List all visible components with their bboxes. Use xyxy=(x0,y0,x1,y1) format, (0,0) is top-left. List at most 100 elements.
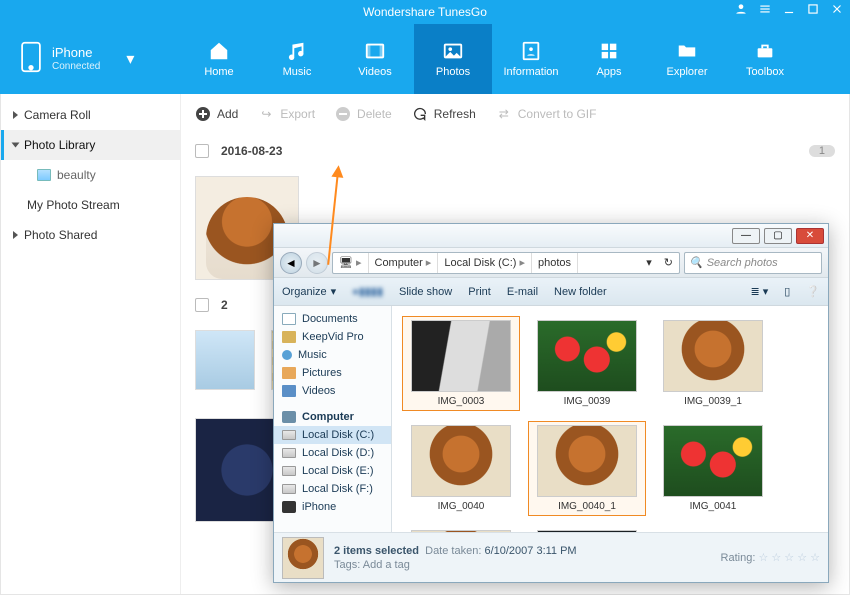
file-item[interactable]: IMG_0003 xyxy=(402,316,520,411)
export-button[interactable]: ↪Export xyxy=(258,106,315,122)
side-disk-d[interactable]: Local Disk (D:) xyxy=(274,444,391,462)
file-item[interactable]: IMG_0039_1 xyxy=(654,316,772,411)
side-keepvid[interactable]: KeepVid Pro xyxy=(274,328,391,346)
status-date-value: 6/10/2007 3:11 PM xyxy=(484,545,576,557)
slideshow-button[interactable]: Slide show xyxy=(399,286,452,298)
close-icon[interactable] xyxy=(830,2,844,19)
help-button[interactable]: ❔ xyxy=(806,285,820,298)
refresh-icon xyxy=(412,106,428,122)
email-button[interactable]: E-mail xyxy=(507,286,538,298)
sidebar-item-photo-stream[interactable]: My Photo Stream xyxy=(1,190,180,220)
sidebar-item-label: Photo Shared xyxy=(24,228,97,242)
file-thumbnail xyxy=(537,320,637,392)
nav-explorer[interactable]: Explorer xyxy=(648,24,726,94)
nav-photos-label: Photos xyxy=(436,66,470,78)
document-icon xyxy=(282,313,296,325)
file-item[interactable]: IMG_0041 xyxy=(654,421,772,516)
status-tags-label: Tags: xyxy=(334,559,360,571)
minimize-button[interactable]: — xyxy=(732,228,760,244)
side-documents[interactable]: Documents xyxy=(274,310,391,328)
photo-thumbnail[interactable] xyxy=(195,330,255,390)
nav-toolbox[interactable]: Toolbox xyxy=(726,24,804,94)
sidebar-item-camera-roll[interactable]: Camera Roll xyxy=(1,100,180,130)
explorer-sidebar: Documents KeepVid Pro Music Pictures Vid… xyxy=(274,306,392,532)
sidebar-item-beaulty[interactable]: beaulty xyxy=(1,160,180,190)
file-item[interactable]: IMG_0039 xyxy=(528,316,646,411)
maximize-button[interactable]: ▢ xyxy=(764,228,792,244)
nav-apps[interactable]: Apps xyxy=(570,24,648,94)
drive-icon xyxy=(282,484,296,494)
organize-menu[interactable]: Organize ▾ xyxy=(282,285,336,298)
side-videos[interactable]: Videos xyxy=(274,382,391,400)
print-button[interactable]: Print xyxy=(468,286,491,298)
plus-icon xyxy=(195,106,211,122)
side-disk-e[interactable]: Local Disk (E:) xyxy=(274,462,391,480)
folder-icon xyxy=(282,331,296,343)
nav-videos[interactable]: Videos xyxy=(336,24,414,94)
side-label: Computer xyxy=(302,411,354,423)
user-icon[interactable] xyxy=(734,2,748,19)
breadcrumb[interactable]: 🖥▸ Computer▸ Local Disk (C:)▸ photos ▾ ↻ xyxy=(332,252,680,274)
menu-icon[interactable] xyxy=(758,2,772,19)
device-selector[interactable]: iPhone Connected ▾ xyxy=(0,24,180,94)
file-name: IMG_0041 xyxy=(690,501,737,512)
side-music[interactable]: Music xyxy=(274,346,391,364)
preview-button[interactable]: ●▮▮▮▮ xyxy=(352,285,383,298)
nav-home[interactable]: Home xyxy=(180,24,258,94)
crumb-photos[interactable]: photos xyxy=(532,253,578,273)
convert-gif-button[interactable]: ⇄Convert to GIF xyxy=(496,106,597,122)
nav-information[interactable]: Information xyxy=(492,24,570,94)
search-input[interactable]: 🔍 Search photos xyxy=(684,252,822,274)
sidebar-item-photo-shared[interactable]: Photo Shared xyxy=(1,220,180,250)
side-disk-c[interactable]: Local Disk (C:) xyxy=(274,426,391,444)
crumb-dropdown[interactable]: ▾ xyxy=(640,253,658,273)
side-label: Local Disk (D:) xyxy=(302,447,374,459)
photo-group-header[interactable]: 2016-08-23 1 xyxy=(181,134,849,168)
checkbox[interactable] xyxy=(195,144,209,158)
file-item[interactable]: IMG_0040_1 xyxy=(528,421,646,516)
file-thumbnail xyxy=(411,320,511,392)
file-grid[interactable]: IMG_0003IMG_0039IMG_0039_1 IMG_0040 IMG_00… xyxy=(392,306,828,532)
minimize-icon[interactable] xyxy=(782,2,796,19)
add-button[interactable]: Add xyxy=(195,106,238,122)
status-thumbnail xyxy=(282,537,324,579)
crumb-computer[interactable]: Computer▸ xyxy=(369,253,439,273)
device-status: Connected xyxy=(52,61,100,73)
side-label: Local Disk (E:) xyxy=(302,465,374,477)
video-icon xyxy=(282,385,296,397)
close-button[interactable]: ✕ xyxy=(796,228,824,244)
sidebar-item-photo-library[interactable]: Photo Library xyxy=(1,130,180,160)
pictures-icon xyxy=(282,367,296,379)
tool-label: Delete xyxy=(357,107,392,121)
tool-label: Organize xyxy=(282,286,327,298)
star-icon[interactable]: ☆ ☆ ☆ ☆ ☆ xyxy=(758,552,820,564)
side-computer[interactable]: Computer xyxy=(274,408,391,426)
crumb-disk-c[interactable]: Local Disk (C:)▸ xyxy=(438,253,532,273)
delete-button[interactable]: Delete xyxy=(335,106,392,122)
crumb-icon[interactable]: 🖥▸ xyxy=(333,253,369,273)
side-iphone[interactable]: iPhone xyxy=(274,498,391,516)
refresh-button[interactable]: ↻ xyxy=(658,253,679,273)
view-options[interactable]: ≣ ▾ xyxy=(750,285,768,298)
side-pictures[interactable]: Pictures xyxy=(274,364,391,382)
group-date: 2016-08-23 xyxy=(221,144,282,158)
nav-information-label: Information xyxy=(503,66,558,78)
newfolder-button[interactable]: New folder xyxy=(554,286,607,298)
nav-music[interactable]: Music xyxy=(258,24,336,94)
status-rating[interactable]: Rating: ☆ ☆ ☆ ☆ ☆ xyxy=(721,551,820,564)
nav-photos[interactable]: Photos xyxy=(414,24,492,94)
minus-icon xyxy=(335,106,351,122)
status-rating-label: Rating: xyxy=(721,552,756,564)
maximize-icon[interactable] xyxy=(806,2,820,19)
status-tags-value[interactable]: Add a tag xyxy=(363,559,410,571)
side-disk-f[interactable]: Local Disk (F:) xyxy=(274,480,391,498)
refresh-button[interactable]: Refresh xyxy=(412,106,476,122)
preview-pane-toggle[interactable]: ▯ xyxy=(784,285,790,298)
checkbox[interactable] xyxy=(195,298,209,312)
forward-button[interactable]: ► xyxy=(306,252,328,274)
file-item[interactable]: IMG_0040 xyxy=(402,421,520,516)
explorer-titlebar[interactable]: — ▢ ✕ xyxy=(274,224,828,248)
back-button[interactable]: ◄ xyxy=(280,252,302,274)
file-name: IMG_0040_1 xyxy=(558,501,616,512)
toolbox-icon xyxy=(752,40,778,62)
